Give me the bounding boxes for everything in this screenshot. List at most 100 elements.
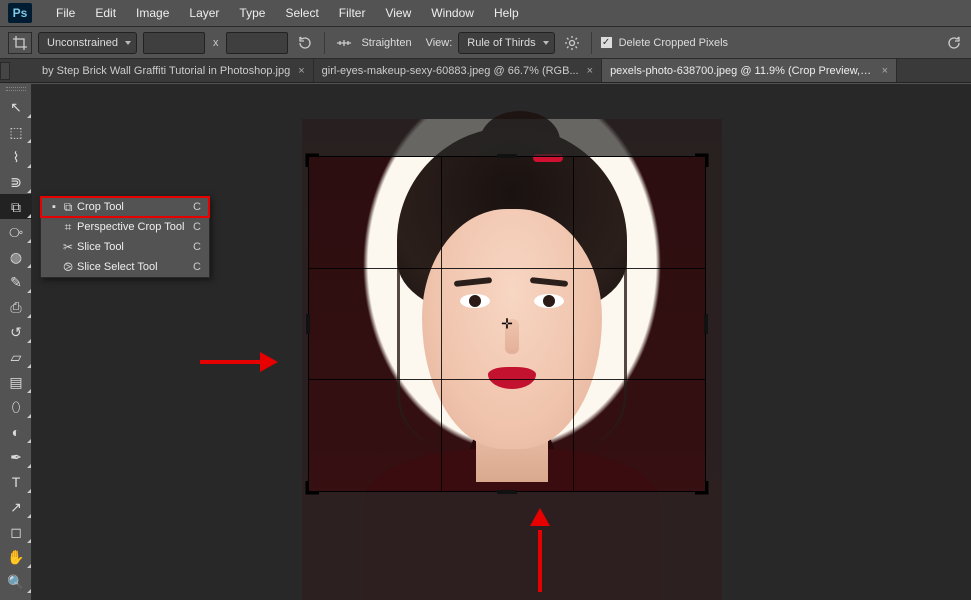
menu-window[interactable]: Window	[421, 2, 484, 24]
tab-label: girl-eyes-makeup-sexy-60883.jpeg @ 66.7%…	[322, 65, 579, 77]
menu-select[interactable]: Select	[275, 2, 328, 24]
blur-tool[interactable]: ⬯	[0, 394, 32, 419]
flyout-indicator-icon	[27, 439, 31, 443]
crop-icon: ⧉	[59, 200, 77, 215]
flyout-perspective-crop-tool[interactable]: ⌗ Perspective Crop Tool C	[41, 217, 209, 237]
crop-height-input[interactable]	[226, 32, 288, 54]
crop-shade	[302, 119, 722, 156]
crop-options-button[interactable]	[561, 32, 583, 54]
flyout-crop-tool[interactable]: ▪ ⧉ Crop Tool C	[41, 197, 209, 217]
crop-tool-icon: ⧉	[11, 200, 21, 214]
tab-label: pexels-photo-638700.jpeg @ 11.9% (Crop P…	[610, 65, 874, 77]
gear-icon	[564, 35, 580, 51]
close-icon[interactable]: ×	[882, 65, 888, 77]
brush-tool[interactable]: ✎	[0, 269, 32, 294]
document-tabs: by Step Brick Wall Graffiti Tutorial in …	[0, 59, 971, 83]
dodge-tool[interactable]: ◐	[0, 419, 32, 444]
blur-tool-icon: ⬯	[12, 400, 21, 414]
move-tool[interactable]: ↖	[0, 94, 32, 119]
crop-aspect-dropdown[interactable]: Unconstrained	[38, 32, 137, 54]
lasso-tool[interactable]: ⌇	[0, 144, 32, 169]
flyout-label: Slice Select Tool	[77, 261, 193, 273]
crop-grid-line	[309, 379, 705, 380]
flyout-indicator-icon	[27, 189, 31, 193]
zoom-tool[interactable]: 🔍	[0, 569, 32, 594]
flyout-indicator-icon	[27, 389, 31, 393]
eyedropper-tool[interactable]: ⧂	[0, 219, 32, 244]
dodge-tool-icon: ◐	[12, 425, 20, 439]
lasso-tool-icon: ⌇	[13, 150, 20, 164]
menu-view[interactable]: View	[375, 2, 421, 24]
crop-handle-e[interactable]	[704, 314, 708, 334]
slice-select-icon: ⧁	[59, 260, 77, 275]
crop-bounding-box[interactable]: ✛	[308, 156, 706, 492]
menu-layer[interactable]: Layer	[179, 2, 229, 24]
spot-healing-tool[interactable]: ◍	[0, 244, 32, 269]
crop-shade	[706, 156, 722, 492]
delete-cropped-checkbox[interactable]: ✓	[600, 36, 613, 49]
canvas-area[interactable]: ✛	[32, 84, 971, 600]
close-icon[interactable]: ×	[587, 65, 593, 77]
crop-width-input[interactable]	[143, 32, 205, 54]
document-tab-active[interactable]: pexels-photo-638700.jpeg @ 11.9% (Crop P…	[602, 59, 897, 82]
aspect-separator: x	[211, 37, 221, 49]
close-icon[interactable]: ×	[298, 65, 304, 77]
document-tab[interactable]: by Step Brick Wall Graffiti Tutorial in …	[34, 59, 314, 82]
path-selection-tool-icon: ↗	[10, 500, 22, 514]
crop-handle-sw[interactable]	[305, 479, 321, 495]
crop-shade	[302, 492, 722, 600]
clear-aspect-button[interactable]	[294, 32, 316, 54]
menu-edit[interactable]: Edit	[85, 2, 126, 24]
straighten-button[interactable]	[333, 32, 355, 54]
quick-selection-tool[interactable]: ⋑	[0, 169, 32, 194]
path-selection-tool[interactable]: ↗	[0, 494, 32, 519]
crop-handle-s[interactable]	[497, 490, 517, 494]
gradient-tool-icon: ▤	[9, 375, 22, 389]
eraser-tool[interactable]: ▱	[0, 344, 32, 369]
crop-handle-w[interactable]	[306, 314, 310, 334]
flyout-shortcut: C	[193, 261, 201, 273]
clone-stamp-tool[interactable]: ⎙	[0, 294, 32, 319]
gradient-tool[interactable]: ▤	[0, 369, 32, 394]
crop-handle-nw[interactable]	[305, 153, 321, 169]
flyout-indicator-icon	[27, 489, 31, 493]
collapsed-panel-grip[interactable]	[0, 62, 10, 80]
tools-panel: ↖⬚ ⌇ ⋑ ⧉ ⧂◍✎⎙↺ ▱ ▤ ⬯ ◐ ✒T ↗ ◻✋🔍	[0, 84, 32, 600]
type-tool[interactable]: T	[0, 469, 32, 494]
delete-cropped-label: Delete Cropped Pixels	[619, 37, 728, 49]
flyout-indicator-icon	[27, 539, 31, 543]
shape-tool[interactable]: ◻	[0, 519, 32, 544]
crop-handle-se[interactable]	[693, 479, 709, 495]
flyout-indicator-icon	[27, 139, 31, 143]
flyout-indicator-icon	[27, 364, 31, 368]
flyout-slice-tool[interactable]: ✂ Slice Tool C	[41, 237, 209, 257]
marquee-tool[interactable]: ⬚	[0, 119, 32, 144]
reset-icon	[297, 35, 313, 51]
flyout-indicator-icon	[27, 264, 31, 268]
menu-file[interactable]: File	[46, 2, 85, 24]
perspective-crop-icon: ⌗	[59, 220, 77, 235]
pen-tool[interactable]: ✒	[0, 444, 32, 469]
app-logo: Ps	[8, 3, 32, 23]
crop-tool[interactable]: ⧉	[0, 194, 32, 219]
active-tool-indicator[interactable]	[8, 32, 32, 54]
document-tab[interactable]: girl-eyes-makeup-sexy-60883.jpeg @ 66.7%…	[314, 59, 602, 82]
flyout-indicator-icon	[27, 239, 31, 243]
crop-handle-ne[interactable]	[693, 153, 709, 169]
crop-center-icon: ✛	[501, 316, 513, 333]
overlay-dropdown[interactable]: Rule of Thirds	[458, 32, 554, 54]
menu-filter[interactable]: Filter	[329, 2, 376, 24]
eraser-tool-icon: ▱	[11, 350, 22, 364]
history-brush-tool[interactable]: ↺	[0, 319, 32, 344]
menu-help[interactable]: Help	[484, 2, 529, 24]
hand-tool[interactable]: ✋	[0, 544, 32, 569]
tab-label: by Step Brick Wall Graffiti Tutorial in …	[42, 65, 290, 77]
flyout-indicator-icon	[27, 164, 31, 168]
crop-handle-n[interactable]	[497, 154, 517, 158]
flyout-shortcut: C	[193, 201, 201, 213]
flyout-slice-select-tool[interactable]: ⧁ Slice Select Tool C	[41, 257, 209, 277]
reset-crop-button[interactable]	[943, 32, 965, 54]
toolbar-grip[interactable]	[0, 84, 31, 94]
menu-type[interactable]: Type	[229, 2, 275, 24]
menu-image[interactable]: Image	[126, 2, 179, 24]
